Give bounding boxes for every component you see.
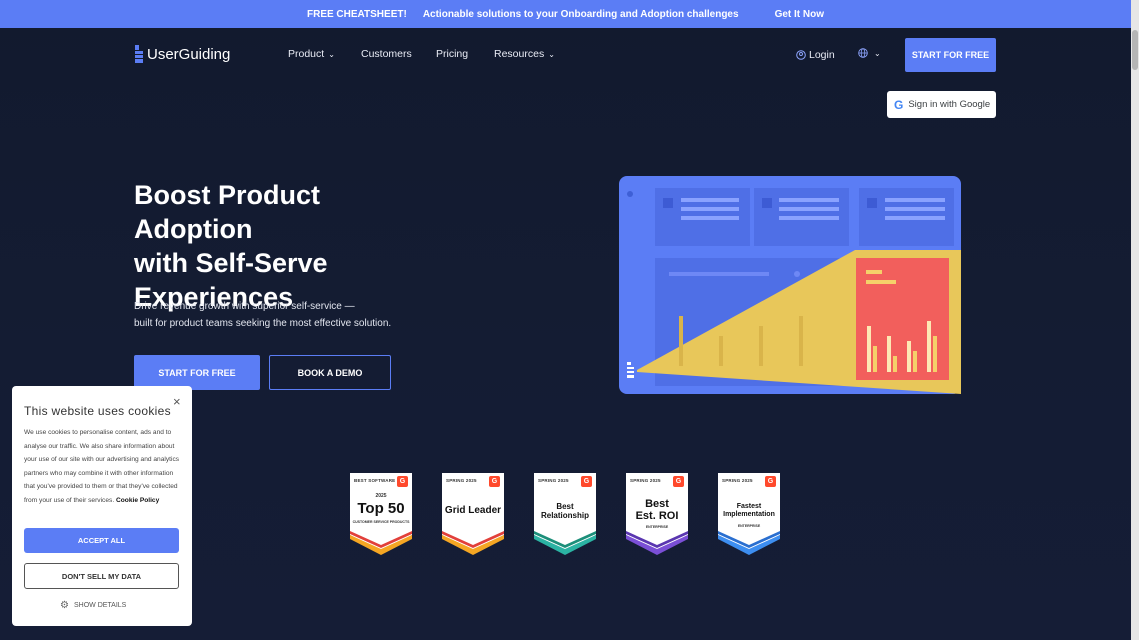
g2-logo-icon: G xyxy=(673,476,684,487)
dont-sell-data-button[interactable]: DON'T SELL MY DATA xyxy=(24,563,179,589)
hero-subtitle: Drive revenue growth with superior self-… xyxy=(134,298,434,332)
google-icon: G xyxy=(894,97,904,112)
badge-title: Grid Leader xyxy=(444,505,502,516)
badge-top-label: BEST SOFTWARE xyxy=(354,478,396,483)
user-icon xyxy=(796,50,806,60)
badge-top-label: SPRING 2025 xyxy=(630,478,661,483)
logo-text: UserGuiding xyxy=(147,45,231,63)
show-details-button[interactable]: ⚙ SHOW DETAILS xyxy=(60,600,126,611)
badge-title: Top 50 xyxy=(357,500,405,517)
badge-subtitle: ENTERPRISE xyxy=(737,524,761,528)
g2-badge: BEST SOFTWARE G 2025 Top 50 CUSTOMER SER… xyxy=(350,473,412,555)
badge-year: 2025 xyxy=(375,493,387,499)
g2-logo-icon: G xyxy=(489,476,500,487)
nav-resources[interactable]: Resources ⌄ xyxy=(494,48,555,60)
hero-title-line: with Self-Serve xyxy=(134,248,328,278)
gear-icon: ⚙ xyxy=(60,600,69,611)
google-sign-in-button[interactable]: G Sign in with Google xyxy=(887,91,996,118)
g2-badge: SPRING 2025 G Best Relationship xyxy=(534,473,596,555)
promo-banner[interactable]: FREE CHEATSHEET! Actionable solutions to… xyxy=(0,0,1131,28)
badge-title: Best Relationship xyxy=(540,502,589,520)
banner-cta-link[interactable]: Get It Now xyxy=(775,9,824,20)
accept-all-button[interactable]: ACCEPT ALL xyxy=(24,528,179,553)
login-link[interactable]: Login xyxy=(796,49,835,61)
hero-subtitle-line: Drive revenue growth with superior self-… xyxy=(134,301,355,312)
banner-label: FREE CHEATSHEET! xyxy=(306,8,407,20)
cookie-body-text: We use cookies to personalise content, a… xyxy=(24,429,180,504)
hero-title: Boost Product Adoption with Self-Serve E… xyxy=(134,178,434,314)
badge-top-label: SPRING 2025 xyxy=(722,478,753,483)
g2-badge: SPRING 2025 G Grid Leader xyxy=(442,473,504,555)
hero-subtitle-line: built for product teams seeking the most… xyxy=(134,318,392,329)
close-icon[interactable]: × xyxy=(173,394,181,409)
banner-text: Actionable solutions to your Onboarding … xyxy=(422,8,739,20)
nav-pricing-label: Pricing xyxy=(436,48,469,60)
nav-pricing[interactable]: Pricing xyxy=(436,48,468,60)
cookie-policy-link[interactable]: Cookie Policy xyxy=(116,497,159,504)
nav-product[interactable]: Product ⌄ xyxy=(288,48,335,60)
logo-icon xyxy=(135,45,143,63)
cookie-dialog-title: This website uses cookies xyxy=(24,404,171,418)
globe-icon xyxy=(858,48,868,58)
start-for-free-nav-button[interactable]: START FOR FREE xyxy=(905,38,996,72)
g2-logo-icon: G xyxy=(397,476,408,487)
logo[interactable]: UserGuiding xyxy=(134,44,230,64)
google-sign-in-label: Sign in with Google xyxy=(908,99,991,110)
hero-illustration xyxy=(619,176,961,394)
nav-customers-label: Customers xyxy=(361,48,412,60)
nav-customers[interactable]: Customers xyxy=(361,48,412,60)
cookie-dialog-body: We use cookies to personalise content, a… xyxy=(24,426,184,507)
start-for-free-button[interactable]: START FOR FREE xyxy=(134,355,260,390)
show-details-label: SHOW DETAILS xyxy=(73,602,127,609)
badge-subtitle: ENTERPRISE xyxy=(645,525,669,529)
login-label: Login xyxy=(809,49,835,61)
badge-top-label: SPRING 2025 xyxy=(446,478,477,483)
g2-badge: SPRING 2025 G Fastest Implementation ENT… xyxy=(718,473,780,555)
badge-subtitle: CUSTOMER SERVICE PRODUCTS xyxy=(352,520,410,524)
hero-title-line: Boost Product Adoption xyxy=(134,180,320,244)
book-demo-button[interactable]: BOOK A DEMO xyxy=(269,355,391,390)
g2-badge: SPRING 2025 G Best Est. ROI ENTERPRISE xyxy=(626,473,688,555)
scrollbar-thumb[interactable] xyxy=(1132,30,1138,70)
chevron-down-icon: ⌄ xyxy=(328,49,335,59)
chevron-down-icon: ⌄ xyxy=(548,49,555,59)
badge-title: Fastest Implementation xyxy=(723,503,775,518)
cookie-consent-dialog: This website uses cookies × We use cooki… xyxy=(12,386,192,626)
badge-title: Best Est. ROI xyxy=(635,498,679,522)
g2-logo-icon: G xyxy=(765,476,776,487)
language-selector[interactable]: ⌄ xyxy=(858,48,881,58)
nav-product-label: Product xyxy=(288,48,325,60)
badge-top-label: SPRING 2025 xyxy=(538,478,569,483)
chevron-down-icon: ⌄ xyxy=(874,48,881,58)
page-scrollbar[interactable] xyxy=(1131,0,1139,640)
nav-resources-label: Resources xyxy=(494,48,545,60)
g2-logo-icon: G xyxy=(581,476,592,487)
